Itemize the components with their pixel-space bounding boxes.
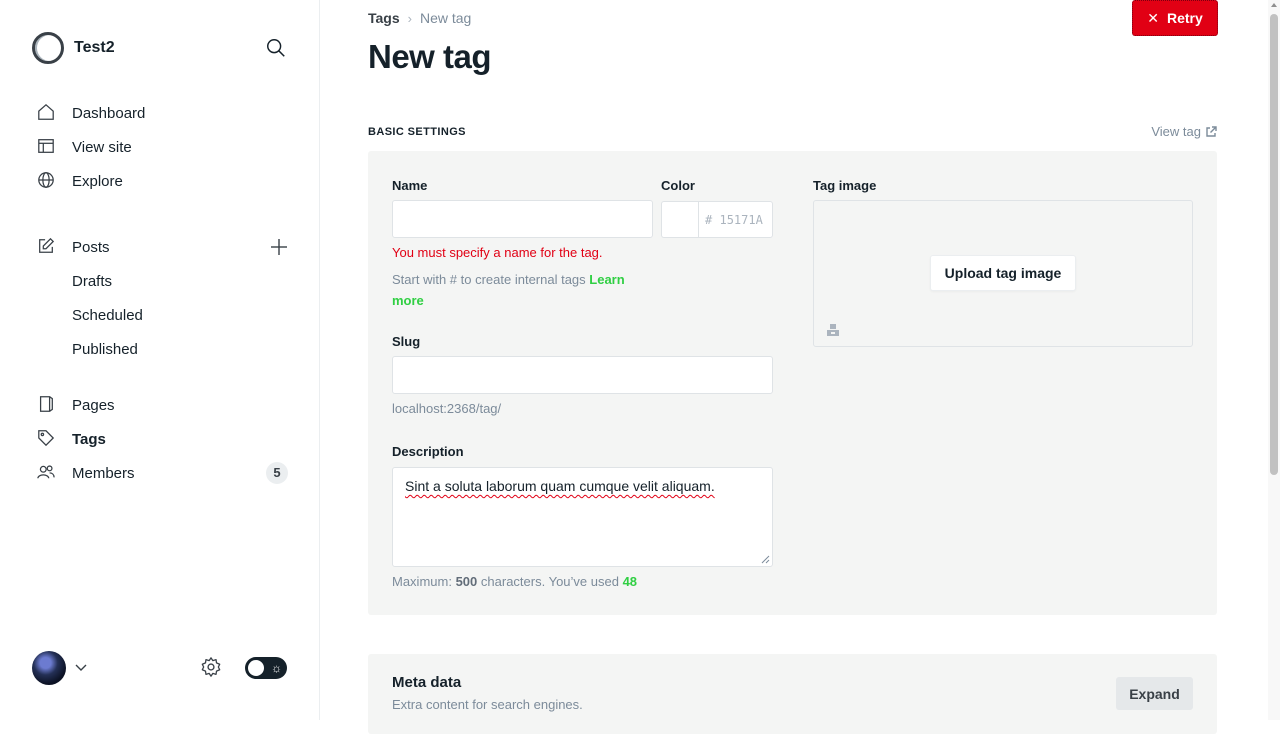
internal-tags-hint: Start with # to create internal tags Lea… bbox=[392, 269, 652, 311]
meta-data-panel: Meta data Extra content for search engin… bbox=[368, 654, 1217, 734]
sidebar: Test2 Dashboard View site Explore Posts … bbox=[0, 0, 320, 720]
unsplash-icon[interactable] bbox=[826, 323, 840, 337]
sun-icon: ☼ bbox=[271, 661, 282, 675]
globe-icon bbox=[37, 171, 57, 191]
members-count-badge: 5 bbox=[266, 462, 288, 484]
search-icon[interactable] bbox=[265, 37, 289, 61]
nav-label: Drafts bbox=[72, 272, 113, 290]
close-icon: ✕ bbox=[1147, 9, 1159, 26]
breadcrumb-current: New tag bbox=[419, 10, 472, 26]
color-input[interactable]: # 15171A bbox=[698, 201, 773, 238]
breadcrumb: Tags › New tag bbox=[368, 10, 471, 26]
external-link-icon bbox=[1206, 125, 1217, 137]
page-title: New tag bbox=[368, 38, 492, 75]
new-post-plus-icon[interactable] bbox=[270, 238, 288, 256]
nav-item-published[interactable]: Published bbox=[32, 332, 290, 366]
color-swatch[interactable] bbox=[661, 201, 699, 238]
nav-label: Members bbox=[72, 464, 135, 482]
scrollbar[interactable] bbox=[1268, 0, 1280, 720]
name-error: You must specify a name for the tag. bbox=[392, 245, 603, 260]
gear-icon[interactable] bbox=[200, 656, 224, 680]
tag-image-dropzone[interactable]: Upload tag image bbox=[813, 200, 1193, 347]
user-avatar[interactable] bbox=[32, 651, 66, 685]
breadcrumb-tags-link[interactable]: Tags bbox=[368, 10, 400, 26]
name-label: Name bbox=[392, 178, 428, 193]
description-label: Description bbox=[392, 444, 464, 459]
sidebar-footer: ☼ bbox=[32, 651, 290, 685]
primary-nav: Dashboard View site Explore bbox=[32, 96, 290, 198]
slug-label: Slug bbox=[392, 334, 421, 349]
hash-symbol: # bbox=[705, 213, 713, 227]
meta-data-title: Meta data bbox=[392, 674, 462, 691]
tag-image-label: Tag image bbox=[813, 178, 877, 193]
view-tag-label: View tag bbox=[1151, 124, 1201, 139]
counter-middle: characters. You’ve used bbox=[480, 574, 619, 589]
nav-label: Posts bbox=[72, 238, 110, 256]
chevron-down-icon[interactable] bbox=[74, 661, 88, 675]
home-icon bbox=[37, 103, 57, 123]
counter-used: 48 bbox=[622, 574, 638, 589]
color-label: Color bbox=[661, 178, 695, 193]
content-nav: Posts Drafts Scheduled Published bbox=[32, 230, 290, 366]
nav-item-members[interactable]: Members 5 bbox=[32, 456, 290, 490]
description-textarea[interactable]: Sint a soluta laborum quam cumque velit … bbox=[392, 467, 773, 567]
nav-item-dashboard[interactable]: Dashboard bbox=[32, 96, 290, 130]
expand-button[interactable]: Expand bbox=[1116, 677, 1193, 710]
page-icon bbox=[37, 395, 57, 415]
nav-label: Published bbox=[72, 340, 138, 358]
counter-max: 500 bbox=[455, 574, 478, 589]
main-content: Tags › New tag New tag ✕ Retry BASIC SET… bbox=[320, 0, 1268, 734]
site-name: Test2 bbox=[74, 39, 115, 56]
section-title: BASIC SETTINGS bbox=[368, 126, 466, 138]
nav-label: View site bbox=[72, 138, 132, 156]
chevron-right-icon: › bbox=[407, 10, 412, 26]
edit-icon bbox=[37, 237, 57, 257]
description-text: Sint a soluta laborum quam cumque velit … bbox=[405, 478, 715, 494]
dark-mode-toggle[interactable]: ☼ bbox=[245, 657, 287, 679]
slug-url-preview: localhost:2368/tag/ bbox=[392, 401, 502, 416]
nav-label: Dashboard bbox=[72, 104, 146, 122]
tag-icon bbox=[37, 429, 57, 449]
view-tag-link[interactable]: View tag bbox=[1151, 124, 1217, 139]
site-logo bbox=[32, 32, 64, 64]
character-counter: Maximum: 500 characters. You’ve used 48 bbox=[392, 574, 637, 589]
nav-item-view-site[interactable]: View site bbox=[32, 130, 290, 164]
retry-label: Retry bbox=[1166, 10, 1203, 26]
nav-label: Tags bbox=[72, 430, 106, 448]
meta-data-subtitle: Extra content for search engines. bbox=[392, 697, 583, 712]
basic-settings-panel: Name You must specify a name for the tag… bbox=[368, 151, 1217, 615]
nav-item-posts[interactable]: Posts bbox=[32, 230, 290, 264]
hint-text: Start with # to create internal tags bbox=[392, 272, 586, 287]
scroll-up-arrow-icon[interactable] bbox=[1271, 3, 1277, 7]
scrollbar-thumb[interactable] bbox=[1270, 14, 1278, 475]
upload-tag-image-button[interactable]: Upload tag image bbox=[930, 255, 1076, 291]
color-placeholder: 15171A bbox=[719, 213, 763, 227]
nav-label: Scheduled bbox=[72, 306, 143, 324]
nav-item-pages[interactable]: Pages bbox=[32, 388, 290, 422]
brand[interactable]: Test2 bbox=[32, 32, 115, 64]
nav-label: Explore bbox=[72, 172, 123, 190]
resize-handle-icon[interactable] bbox=[760, 554, 770, 564]
nav-item-scheduled[interactable]: Scheduled bbox=[32, 298, 290, 332]
nav-item-drafts[interactable]: Drafts bbox=[32, 264, 290, 298]
nav-item-tags[interactable]: Tags bbox=[32, 422, 290, 456]
retry-button[interactable]: ✕ Retry bbox=[1132, 0, 1218, 36]
slug-input[interactable] bbox=[392, 356, 773, 394]
name-input[interactable] bbox=[392, 200, 653, 238]
counter-prefix: Maximum: bbox=[392, 574, 452, 589]
layout-icon bbox=[37, 137, 57, 157]
nav-item-explore[interactable]: Explore bbox=[32, 164, 290, 198]
users-icon bbox=[37, 463, 57, 483]
secondary-nav: Pages Tags Members 5 bbox=[32, 388, 290, 490]
toggle-knob bbox=[248, 660, 264, 676]
nav-label: Pages bbox=[72, 396, 115, 414]
